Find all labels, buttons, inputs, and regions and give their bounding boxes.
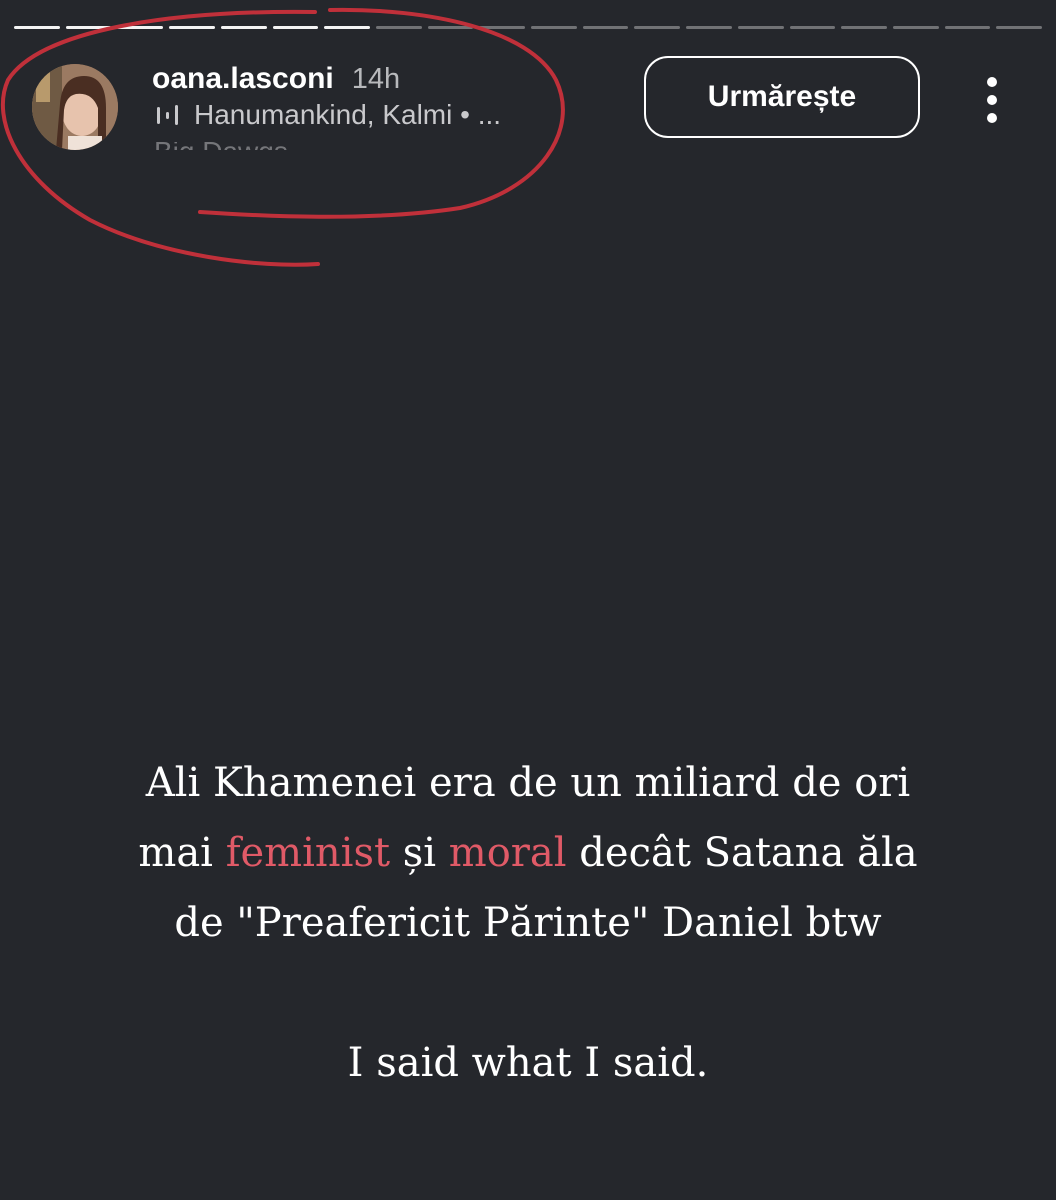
- avatar[interactable]: [32, 64, 118, 150]
- story-progress-segment: [996, 26, 1043, 29]
- story-progress-segment: [272, 26, 319, 29]
- music-label: Hanumankind, Kalmi • ...: [194, 99, 502, 130]
- story-user-info: oana.lasconi 14h: [152, 62, 400, 96]
- username[interactable]: oana.lasconi: [152, 62, 334, 96]
- story-progress-segment: [841, 26, 887, 29]
- story-progress-segment: [14, 26, 60, 29]
- story-progress-segment: [375, 26, 422, 29]
- story-progress-segment: [944, 26, 991, 29]
- time-ago: 14h: [351, 63, 401, 95]
- music-sub-label: Big Dawgs: [154, 142, 288, 150]
- story-progress-segment: [531, 26, 577, 29]
- story-progress-segment: [737, 26, 784, 29]
- story-progress-segment: [65, 26, 112, 29]
- story-progress-bar: [14, 26, 1043, 30]
- highlight-word-feminist: feminist: [225, 830, 391, 876]
- vertical-ellipsis-icon: [987, 77, 997, 123]
- story-progress-segment: [427, 26, 474, 29]
- music-attribution[interactable]: Hanumankind, Kalmi • ...: [154, 99, 501, 131]
- story-progress-segment: [892, 26, 939, 29]
- story-progress-segment: [686, 26, 732, 29]
- follow-button[interactable]: Urmărește: [644, 56, 920, 138]
- avatar-image: [32, 64, 118, 150]
- story-text-closing: I said what I said.: [347, 1040, 709, 1086]
- story-header: oana.lasconi 14h Hanumankind, Kalmi • ..…: [30, 56, 1026, 150]
- music-bars-icon: [157, 105, 178, 125]
- story-viewer[interactable]: oana.lasconi 14h Hanumankind, Kalmi • ..…: [0, 0, 1056, 1200]
- story-progress-segment: [582, 26, 629, 29]
- story-text-line-2-middle: și: [390, 830, 449, 876]
- story-progress-segment: [634, 26, 681, 29]
- more-options-button[interactable]: [972, 72, 1012, 128]
- story-progress-segment: [117, 26, 164, 29]
- story-text-line-3: de "Preafericit Părinte" Daniel btw: [174, 900, 882, 946]
- highlight-word-moral: moral: [448, 830, 567, 876]
- story-text: Ali Khamenei era de un miliard de ori ma…: [30, 748, 1026, 1098]
- story-text-line-1: Ali Khamenei era de un miliard de ori: [145, 760, 911, 806]
- story-progress-segment: [479, 26, 526, 29]
- hand-drawn-circle-annotation: [0, 7, 565, 267]
- story-text-line-2-prefix: mai: [138, 830, 226, 876]
- story-progress-segment: [220, 26, 267, 29]
- story-progress-segment: [324, 26, 370, 29]
- story-text-line-2-suffix: decât Satana ăla: [566, 830, 918, 876]
- story-progress-segment: [169, 26, 215, 29]
- story-progress-segment: [789, 26, 836, 29]
